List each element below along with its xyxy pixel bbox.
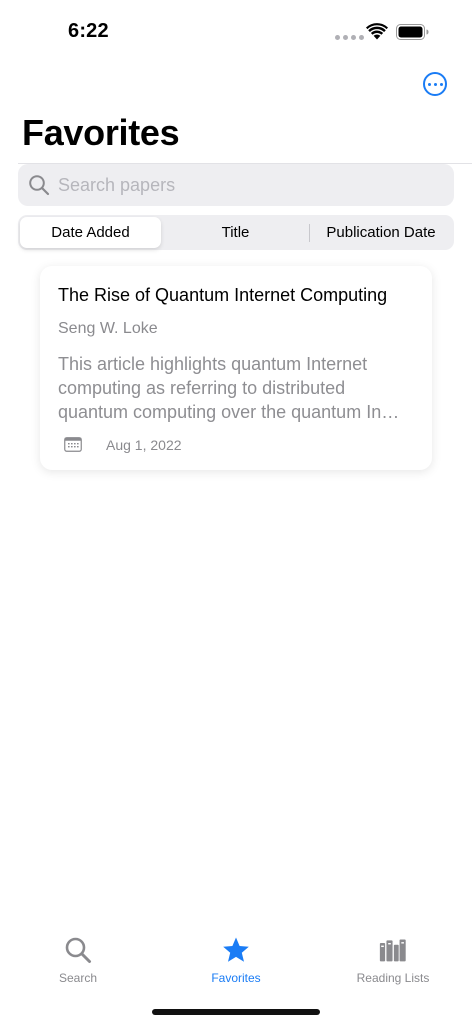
tab-label: Reading Lists [356, 971, 430, 985]
segment-date-added[interactable]: Date Added [20, 217, 161, 248]
tab-label: Favorites [211, 971, 261, 985]
status-time: 6:22 [68, 20, 109, 42]
search-icon [65, 937, 91, 963]
home-indicator[interactable] [152, 1009, 320, 1015]
books-icon [379, 939, 406, 962]
wifi-icon [366, 23, 388, 40]
search-icon [29, 175, 50, 196]
calendar-icon [64, 437, 82, 452]
paper-title: The Rise of Quantum Internet Computing [58, 285, 388, 305]
ellipsis-dot [427, 82, 431, 86]
segment-title[interactable]: Title [163, 217, 308, 248]
paper-card[interactable]: The Rise of Quantum Internet Computing S… [40, 266, 432, 470]
more-options-button[interactable] [423, 72, 447, 96]
page-title: Favorites [22, 112, 180, 153]
battery-icon [396, 24, 429, 40]
tab-favorites[interactable]: Favorites [176, 936, 296, 992]
segment-publication-date[interactable]: Publication Date [310, 217, 452, 248]
paper-date: Aug 1, 2022 [106, 437, 182, 453]
search-placeholder: Search papers [58, 174, 176, 195]
cellular-signal-icon [335, 35, 364, 40]
star-icon [223, 937, 249, 962]
tab-label: Search [58, 971, 98, 985]
paper-author: Seng W. Loke [58, 320, 158, 337]
paper-abstract: This article highlights quantum Internet… [58, 354, 400, 422]
tab-search[interactable]: Search [18, 936, 138, 992]
status-bar: 6:22 [0, 0, 472, 60]
tab-reading-lists[interactable]: Reading Lists [333, 936, 453, 992]
search-input[interactable]: Search papers [18, 164, 454, 206]
ellipsis-dot [433, 82, 437, 86]
ellipsis-dot [439, 82, 443, 86]
sort-segmented-control: Date Added Title Publication Date [18, 215, 454, 250]
